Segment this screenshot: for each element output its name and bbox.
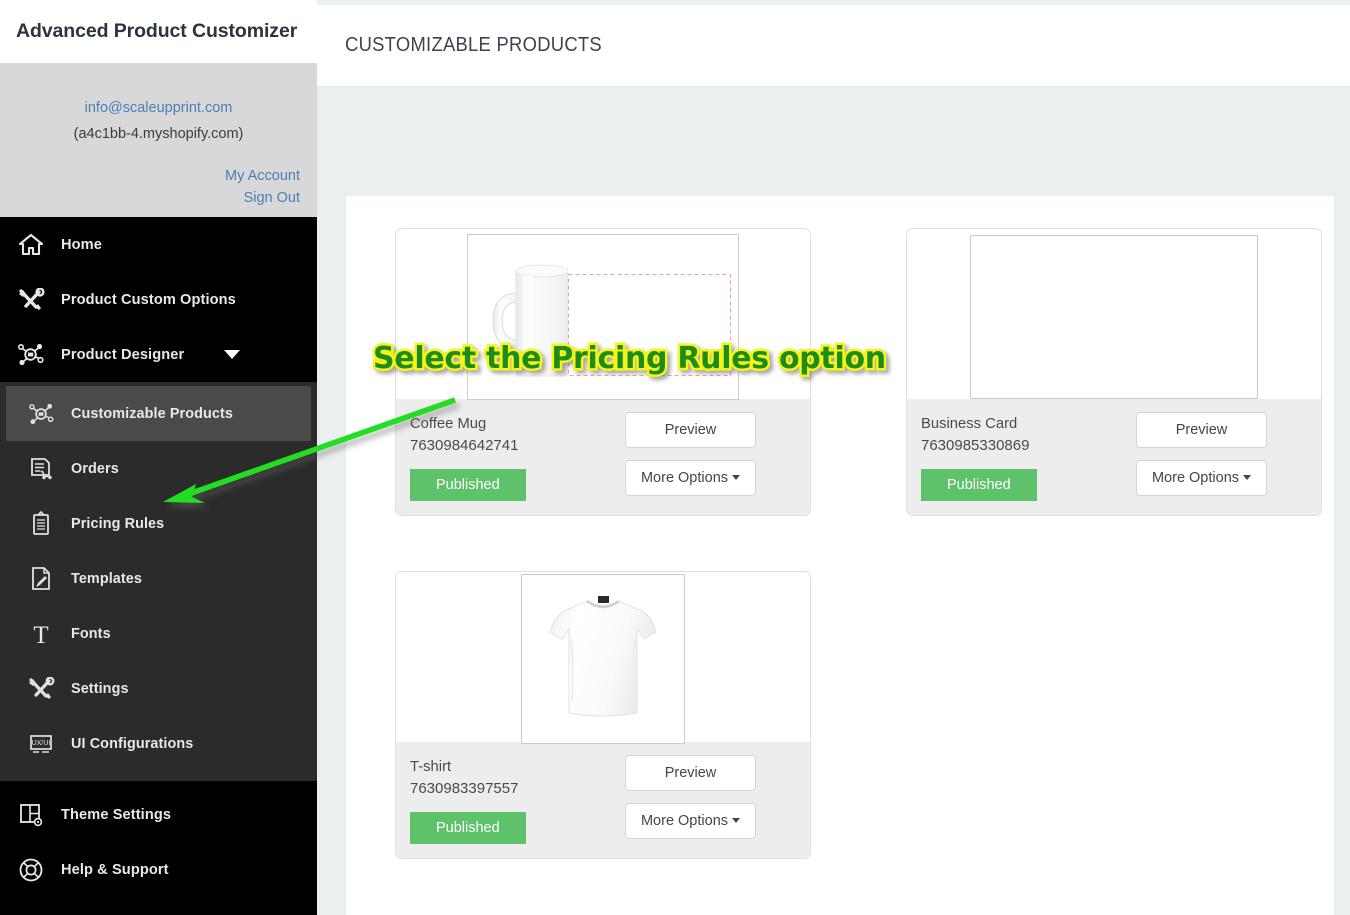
account-shop-domain: (a4c1bb-4.myshopify.com) xyxy=(73,126,244,143)
more-options-button[interactable]: More Options xyxy=(1136,460,1267,496)
product-actions: Preview More Options xyxy=(625,411,796,501)
home-icon xyxy=(16,232,46,258)
sidebar-item-orders[interactable]: Orders xyxy=(0,441,317,496)
theme-icon xyxy=(16,802,46,828)
sidebar-brand: Advanced Product Customizer xyxy=(0,0,317,64)
sidebar-item-product-designer[interactable]: Product Designer xyxy=(0,327,317,382)
main-region: CUSTOMIZABLE PRODUCTS Coffee Mug 7630984… xyxy=(317,0,1350,915)
designer-icon xyxy=(26,401,56,427)
product-id: 7630984642741 xyxy=(410,437,519,455)
sidebar-item-label: Home xyxy=(61,236,102,253)
sidebar-item-label: Product Custom Options xyxy=(61,291,236,308)
account-email: info@scaleupprint.com xyxy=(84,100,233,116)
font-icon: T xyxy=(26,621,56,647)
tools-icon xyxy=(16,287,46,313)
status-badge: Published xyxy=(410,811,526,844)
sidebar-item-label: Settings xyxy=(71,680,129,697)
lifebuoy-icon xyxy=(16,857,46,883)
tools-icon xyxy=(26,676,56,702)
product-name: T-shirt xyxy=(410,758,452,775)
product-card-body: Coffee Mug 7630984642741 Published Previ… xyxy=(396,399,810,515)
sidebar-item-customizable-products[interactable]: Customizable Products xyxy=(6,386,311,441)
designer-icon xyxy=(16,342,46,368)
nav-top-group: Home Product Custom Options Product Desi… xyxy=(0,217,317,382)
sidebar-item-label: Product Designer xyxy=(61,346,185,363)
chevron-down-icon[interactable] xyxy=(224,350,241,359)
template-icon xyxy=(26,566,56,592)
product-grid: Coffee Mug 7630984642741 Published Previ… xyxy=(346,228,1334,914)
coffee-mug-image xyxy=(492,264,731,376)
product-id: 7630983397557 xyxy=(410,780,519,797)
product-card[interactable]: Coffee Mug 7630984642741 Published Previ… xyxy=(395,228,811,516)
sidebar-item-label: Help & Support xyxy=(61,861,169,878)
sidebar-item-ui-configurations[interactable]: UX/UI UI Configurations xyxy=(0,716,317,771)
tshirt-preview-frame xyxy=(521,574,685,745)
app-window: Advanced Product Customizer info@scaleup… xyxy=(0,0,1350,915)
status-badge: Published xyxy=(410,468,526,501)
sidebar-item-theme-settings[interactable]: Theme Settings xyxy=(0,787,317,842)
product-card-body: T-shirt 7630983397557 Published Preview … xyxy=(396,741,810,858)
caret-down-icon xyxy=(1243,475,1252,480)
product-thumbnail xyxy=(396,571,810,745)
sidebar-item-pricing-rules[interactable]: Pricing Rules xyxy=(0,496,317,551)
ui-config-icon: UX/UI xyxy=(26,731,56,757)
product-name: Business Card xyxy=(921,416,1018,432)
nav-bottom-group: Theme Settings Help & Support xyxy=(0,781,317,897)
preview-button[interactable]: Preview xyxy=(625,412,756,448)
svg-text:UX/UI: UX/UI xyxy=(32,740,51,747)
more-options-label: More Options xyxy=(640,470,729,486)
content-area: Coffee Mug 7630984642741 Published Previ… xyxy=(317,87,1350,915)
sidebar-item-label: Orders xyxy=(71,460,119,477)
product-card-body: Business Card 7630985330869 Published Pr… xyxy=(907,399,1321,515)
sidebar-item-settings[interactable]: Settings xyxy=(0,661,317,716)
caret-down-icon xyxy=(732,817,741,823)
more-options-label: More Options xyxy=(640,812,729,829)
my-account-link[interactable]: My Account xyxy=(17,165,300,187)
status-badge: Published xyxy=(921,468,1037,501)
more-options-button[interactable]: More Options xyxy=(625,460,756,496)
sidebar-item-label: Fonts xyxy=(71,625,111,642)
product-card[interactable]: T-shirt 7630983397557 Published Preview … xyxy=(395,570,811,859)
more-options-button[interactable]: More Options xyxy=(625,802,756,839)
clipboard-icon xyxy=(26,511,56,537)
sidebar-item-label: Customizable Products xyxy=(71,405,234,422)
sidebar-item-fonts[interactable]: T Fonts xyxy=(0,606,317,661)
product-info: Business Card 7630985330869 Published xyxy=(921,411,1037,501)
sidebar-item-home[interactable]: Home xyxy=(0,217,317,272)
caret-down-icon xyxy=(732,475,741,480)
svg-text:T: T xyxy=(33,622,48,647)
products-panel: Coffee Mug 7630984642741 Published Previ… xyxy=(346,196,1334,915)
product-actions: Preview More Options xyxy=(1136,411,1307,501)
product-id: 7630985330869 xyxy=(921,437,1030,455)
account-links: My Account Sign Out xyxy=(17,165,300,210)
sidebar-item-label: UI Configurations xyxy=(71,735,194,752)
sidebar-item-product-custom-options[interactable]: Product Custom Options xyxy=(0,272,317,327)
sidebar-item-templates[interactable]: Templates xyxy=(0,551,317,606)
sign-out-link[interactable]: Sign Out xyxy=(17,187,300,209)
account-panel: info@scaleupprint.com (a4c1bb-4.myshopif… xyxy=(0,64,317,217)
preview-button[interactable]: Preview xyxy=(1136,412,1267,448)
page-header: CUSTOMIZABLE PRODUCTS xyxy=(317,5,1350,87)
tshirt-image xyxy=(549,596,657,717)
product-actions: Preview More Options xyxy=(625,754,796,844)
business-card-preview-frame xyxy=(970,234,1258,399)
product-card[interactable]: Business Card 7630985330869 Published Pr… xyxy=(906,228,1322,516)
sidebar-item-help-support[interactable]: Help & Support xyxy=(0,842,317,897)
more-options-label: More Options xyxy=(1151,470,1240,486)
sidebar: Advanced Product Customizer info@scaleup… xyxy=(0,0,317,915)
app-title: Advanced Product Customizer xyxy=(16,20,298,42)
orders-icon xyxy=(26,456,56,482)
nav-sub-group: Customizable Products Orders Pricing Rul… xyxy=(0,382,317,781)
preview-button[interactable]: Preview xyxy=(625,754,756,791)
product-thumbnail xyxy=(396,229,810,400)
sidebar-item-label: Theme Settings xyxy=(61,806,172,823)
product-thumbnail xyxy=(907,229,1321,399)
sidebar-item-label: Pricing Rules xyxy=(71,515,165,532)
product-info: Coffee Mug 7630984642741 Published xyxy=(410,411,526,501)
product-info: T-shirt 7630983397557 Published xyxy=(410,754,526,844)
product-name: Coffee Mug xyxy=(410,416,487,432)
page-title: CUSTOMIZABLE PRODUCTS xyxy=(345,34,602,56)
sidebar-item-label: Templates xyxy=(71,570,143,587)
mug-preview-frame xyxy=(467,233,739,400)
